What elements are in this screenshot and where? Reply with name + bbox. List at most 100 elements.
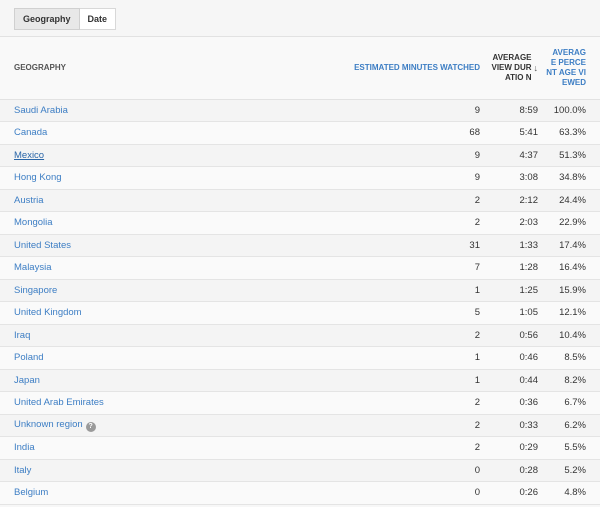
geography-link[interactable]: Malaysia [14,262,52,273]
estimated-minutes-cell: 68 [300,121,482,145]
average-percentage-viewed-cell: 22.9% [540,211,600,235]
estimated-minutes-cell: 2 [300,414,482,437]
column-header-average-view-duration[interactable]: AVERAGE VIEW DURATIO N ↓ [482,37,540,100]
estimated-minutes-cell: 9 [300,166,482,190]
geography-link[interactable]: Singapore [14,285,57,296]
geography-cell: Saudi Arabia [0,99,300,122]
estimated-minutes-cell: 2 [300,391,482,415]
average-percentage-viewed-cell: 6.2% [540,414,600,437]
geography-link[interactable]: Mexico [14,150,44,161]
geography-link[interactable]: Canada [14,127,47,138]
geography-cell: Austria [0,189,300,212]
geography-link[interactable]: Belgium [14,487,48,498]
average-percentage-viewed-cell: 15.9% [540,279,600,302]
geography-cell: Malaysia [0,256,300,280]
table-row: Austria 2 2:12 24.4% [0,189,600,212]
geography-cell: Singapore [0,279,300,302]
column-header-geography[interactable]: GEOGRAPHY [0,37,300,100]
average-percentage-viewed-cell: 63.3% [540,121,600,145]
geography-link[interactable]: United States [14,240,71,251]
average-percentage-viewed-cell: 51.3% [540,144,600,167]
average-view-duration-cell: 0:33 [482,414,540,437]
average-view-duration-cell: 8:59 [482,99,540,122]
geography-link[interactable]: Mongolia [14,217,53,228]
geography-cell: India [0,436,300,460]
average-view-duration-cell: 1:33 [482,234,540,257]
geography-cell: Poland [0,346,300,370]
table-row: Mongolia 2 2:03 22.9% [0,211,600,235]
estimated-minutes-cell: 9 [300,144,482,167]
tab-geography[interactable]: Geography [14,8,80,30]
average-percentage-viewed-cell: 8.5% [540,346,600,370]
dimension-tabs: Geography Date [14,8,117,30]
estimated-minutes-cell: 0 [300,459,482,482]
average-view-duration-cell: 4:37 [482,144,540,167]
column-header-average-percentage-viewed[interactable]: AVERAG E PERCENT AGE VIEWED [540,37,600,100]
geography-cell: Unknown region? [0,414,300,437]
table-row: Saudi Arabia 9 8:59 100.0% [0,99,600,122]
average-percentage-viewed-cell: 24.4% [540,189,600,212]
average-view-duration-cell: 0:36 [482,391,540,415]
estimated-minutes-cell: 0 [300,481,482,505]
table-row: India 2 0:29 5.5% [0,436,600,460]
average-percentage-viewed-cell: 8.2% [540,369,600,392]
column-header-estimated-minutes[interactable]: ESTIMATED MINUTES WATCHED [300,37,482,100]
average-view-duration-cell: 5:41 [482,121,540,145]
geography-cell: United States [0,234,300,257]
geography-link[interactable]: Unknown region [14,419,83,430]
geography-link[interactable]: Austria [14,195,44,206]
average-percentage-viewed-cell: 10.4% [540,324,600,347]
geography-cell: Canada [0,121,300,145]
table-row: Belgium 0 0:26 4.8% [0,481,600,505]
geography-link[interactable]: Saudi Arabia [14,105,68,116]
geography-cell: United Kingdom [0,301,300,325]
table-row: Italy 0 0:28 5.2% [0,459,600,482]
table-row: Japan 1 0:44 8.2% [0,369,600,392]
table-row: Unknown region? 2 0:33 6.2% [0,414,600,437]
estimated-minutes-cell: 2 [300,324,482,347]
average-view-duration-cell: 0:46 [482,346,540,370]
report-toolbar: Geography Date [0,0,600,37]
tab-date[interactable]: Date [79,8,117,30]
average-view-duration-cell: 0:44 [482,369,540,392]
average-percentage-viewed-cell: 4.8% [540,481,600,505]
geography-link[interactable]: United Kingdom [14,307,82,318]
average-percentage-viewed-cell: 100.0% [540,99,600,122]
table-row: Mexico 9 4:37 51.3% [0,144,600,167]
average-view-duration-cell: 1:25 [482,279,540,302]
estimated-minutes-cell: 1 [300,279,482,302]
geography-link[interactable]: Italy [14,465,31,476]
average-view-duration-cell: 0:28 [482,459,540,482]
average-view-duration-cell: 0:26 [482,481,540,505]
table-row: Malaysia 7 1:28 16.4% [0,256,600,280]
average-percentage-viewed-cell: 6.7% [540,391,600,415]
estimated-minutes-cell: 1 [300,346,482,370]
geography-cell: Hong Kong [0,166,300,190]
geography-cell: Mexico [0,144,300,167]
help-icon[interactable]: ? [85,421,96,432]
average-percentage-viewed-cell: 12.1% [540,301,600,325]
geography-link[interactable]: Iraq [14,330,30,341]
table-header-row: GEOGRAPHY ESTIMATED MINUTES WATCHED AVER… [0,37,600,100]
estimated-minutes-cell: 31 [300,234,482,257]
average-percentage-viewed-cell: 5.2% [540,459,600,482]
geography-link[interactable]: Hong Kong [14,172,62,183]
average-view-duration-cell: 2:03 [482,211,540,235]
geography-cell: Iraq [0,324,300,347]
estimated-minutes-cell: 9 [300,99,482,122]
table-row: Iraq 2 0:56 10.4% [0,324,600,347]
average-percentage-viewed-cell: 17.4% [540,234,600,257]
average-view-duration-cell: 3:08 [482,166,540,190]
geography-report-table: GEOGRAPHY ESTIMATED MINUTES WATCHED AVER… [0,37,600,505]
estimated-minutes-cell: 1 [300,369,482,392]
estimated-minutes-cell: 7 [300,256,482,280]
average-percentage-viewed-cell: 34.8% [540,166,600,190]
average-view-duration-cell: 0:56 [482,324,540,347]
geography-link[interactable]: Poland [14,352,44,363]
geography-link[interactable]: United Arab Emirates [14,397,104,408]
geography-cell: United Arab Emirates [0,391,300,415]
estimated-minutes-cell: 5 [300,301,482,325]
geography-link[interactable]: India [14,442,35,453]
geography-cell: Belgium [0,481,300,505]
geography-link[interactable]: Japan [14,375,40,386]
